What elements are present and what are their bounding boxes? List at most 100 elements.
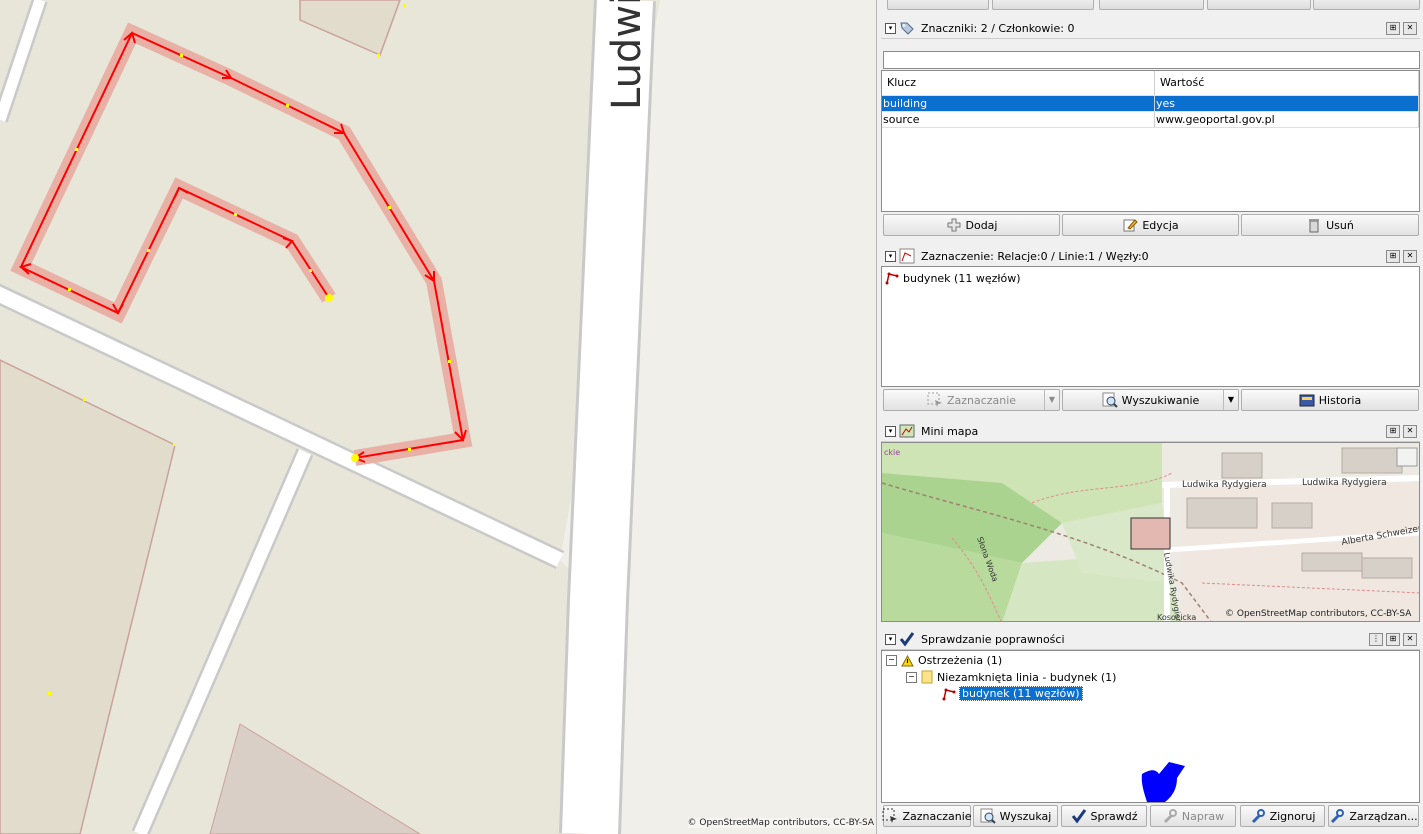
toolbar-button[interactable] (1207, 0, 1311, 10)
trash-icon (1306, 217, 1322, 233)
select-button[interactable]: Zaznaczanie (882, 805, 972, 827)
history-label: Historia (1318, 393, 1362, 407)
tree-node[interactable]: − Ostrzeżenia (1) (886, 654, 1002, 667)
toolbar-button[interactable] (1099, 0, 1204, 10)
detach-icon[interactable]: ⊞ (1386, 250, 1400, 263)
minimap-panel: ▾ Mini mapa ⊞ ✕ Ludwika Rydygiera Ludwik… (881, 421, 1420, 623)
minimap-label: Ludwika Rydygiera (1302, 478, 1387, 488)
close-icon[interactable]: ✕ (1403, 425, 1417, 438)
delete-label: Usuń (1326, 218, 1354, 232)
tag-filter-input[interactable] (883, 51, 1420, 69)
search-label: Wyszukiwanie (1121, 393, 1200, 407)
tags-panel: ▾ Znaczniki: 2 / Członkowie: 0 ⊞ ✕ Klucz… (881, 18, 1420, 240)
pointer-cursor (1141, 762, 1185, 802)
tags-panel-title: Znaczniki: 2 / Członkowie: 0 (921, 22, 1075, 35)
collapse-toggle[interactable]: ▾ (885, 634, 896, 645)
minimap-viewport[interactable] (1130, 517, 1171, 550)
map-attribution: © OpenStreetMap contributors, CC-BY-SA (687, 818, 874, 828)
tag-key[interactable]: building (882, 95, 1155, 112)
detach-icon[interactable]: ⊞ (1386, 22, 1400, 35)
map-view[interactable]: Ludwi © OpenStreetMap contributors, CC-B… (0, 0, 876, 834)
toolbar-button[interactable] (887, 0, 989, 10)
add-label: Dodaj (965, 218, 998, 232)
detach-icon[interactable]: ⊞ (1386, 633, 1400, 646)
validator-panel-title: Sprawdzanie poprawności (921, 633, 1065, 646)
group-label: Niezamknięta linia - budynek (1) (937, 670, 1117, 684)
collapse-toggle[interactable]: ▾ (885, 251, 896, 262)
tree-leaf[interactable]: budynek (11 węzłów) (942, 686, 1083, 701)
lookup-label: Wyszukaj (999, 809, 1052, 823)
list-item[interactable]: budynek (11 węzłów) (885, 271, 1021, 285)
minimap-canvas[interactable]: Ludwika Rydygiera Ludwika Rydygiera Albe… (882, 443, 1420, 622)
ignore-label: Zignoruj (1269, 809, 1316, 823)
minimap-panel-header: ▾ Mini mapa ⊞ ✕ (881, 421, 1420, 442)
selection-panel-title: Zaznaczenie: Relacje:0 / Linie:1 / Węzły… (921, 250, 1149, 263)
wrench-icon (1329, 808, 1345, 824)
layers-icon[interactable] (1396, 447, 1418, 467)
history-button[interactable]: Historia (1241, 389, 1419, 411)
minimap-panel-title: Mini mapa (921, 425, 979, 438)
table-row[interactable]: source www.geoportal.gov.pl (882, 111, 1419, 128)
settings-icon[interactable]: ⋮ (1369, 633, 1383, 646)
tags-table-header: Klucz Wartość (882, 71, 1419, 96)
manage-label: Zarządzan... (1349, 809, 1418, 823)
toolbar-button[interactable] (992, 0, 1094, 10)
check-label: Sprawdź (1090, 809, 1138, 823)
select-label: Zaznaczanie (946, 393, 1017, 407)
fix-button[interactable]: Napraw (1150, 805, 1236, 827)
ignore-button[interactable]: Zignoruj (1240, 805, 1325, 827)
check-icon (1071, 808, 1087, 824)
minimap[interactable]: Ludwika Rydygiera Ludwika Rydygiera Albe… (881, 442, 1420, 622)
search-button[interactable]: Wyszukiwanie ▼ (1062, 389, 1239, 411)
tag-key[interactable]: source (882, 111, 1155, 128)
check-icon (899, 632, 915, 647)
edit-label: Edycja (1142, 218, 1179, 232)
chevron-down-icon[interactable]: ▼ (1044, 390, 1059, 410)
collapse-icon[interactable]: − (886, 655, 897, 666)
select-icon (882, 808, 898, 824)
minimap-label: Ludwika Rydygiera (1182, 480, 1267, 490)
close-icon[interactable]: ✕ (1403, 633, 1417, 646)
warning-icon (901, 654, 914, 666)
toolbar-button[interactable] (1313, 0, 1420, 10)
fix-label: Napraw (1181, 809, 1225, 823)
tag-icon (900, 22, 914, 35)
wrench-icon (1250, 808, 1266, 824)
map-icon (899, 424, 915, 438)
collapse-toggle[interactable]: ▾ (885, 23, 896, 34)
close-icon[interactable]: ✕ (1403, 22, 1417, 35)
chevron-down-icon[interactable]: ▼ (1223, 390, 1238, 410)
way-icon (942, 688, 956, 700)
search-icon (980, 808, 996, 824)
detach-icon[interactable]: ⊞ (1386, 425, 1400, 438)
close-icon[interactable]: ✕ (1403, 250, 1417, 263)
tags-panel-header: ▾ Znaczniki: 2 / Członkowie: 0 ⊞ ✕ (881, 18, 1420, 39)
search-icon (1102, 392, 1118, 408)
history-icon (1299, 392, 1315, 408)
table-row[interactable]: building yes (882, 95, 1419, 112)
selection-item-label: budynek (11 węzłów) (903, 271, 1021, 285)
lookup-button[interactable]: Wyszukaj (973, 805, 1058, 827)
tags-table: Klucz Wartość building yes source www.ge… (881, 70, 1420, 212)
top-toolbar (877, 0, 1423, 12)
delete-button[interactable]: Usuń (1241, 214, 1419, 236)
edit-icon (1122, 217, 1139, 233)
check-button[interactable]: Sprawdź (1061, 805, 1147, 827)
manage-button[interactable]: Zarządzan... (1328, 805, 1419, 827)
select-button[interactable]: Zaznaczanie ▼ (883, 389, 1060, 411)
col-value[interactable]: Wartość (1154, 71, 1419, 96)
edit-button[interactable]: Edycja (1062, 214, 1239, 236)
minimap-attribution: © OpenStreetMap contributors, CC-BY-SA (1225, 609, 1412, 619)
tag-value[interactable]: yes (1154, 95, 1419, 112)
collapse-icon[interactable]: − (906, 671, 917, 683)
add-button[interactable]: Dodaj (883, 214, 1060, 236)
collapse-toggle[interactable]: ▾ (885, 426, 896, 437)
selection-list: budynek (11 węzłów) (881, 266, 1420, 387)
folder-icon (921, 670, 933, 684)
tree-node[interactable]: − Niezamknięta linia - budynek (1) (906, 670, 1116, 684)
select-label: Zaznaczanie (902, 809, 972, 823)
error-item-label[interactable]: budynek (11 węzłów) (959, 686, 1083, 701)
col-key[interactable]: Klucz (882, 71, 1155, 96)
map-canvas[interactable]: Ludwi (0, 0, 876, 834)
tag-value[interactable]: www.geoportal.gov.pl (1154, 111, 1419, 128)
